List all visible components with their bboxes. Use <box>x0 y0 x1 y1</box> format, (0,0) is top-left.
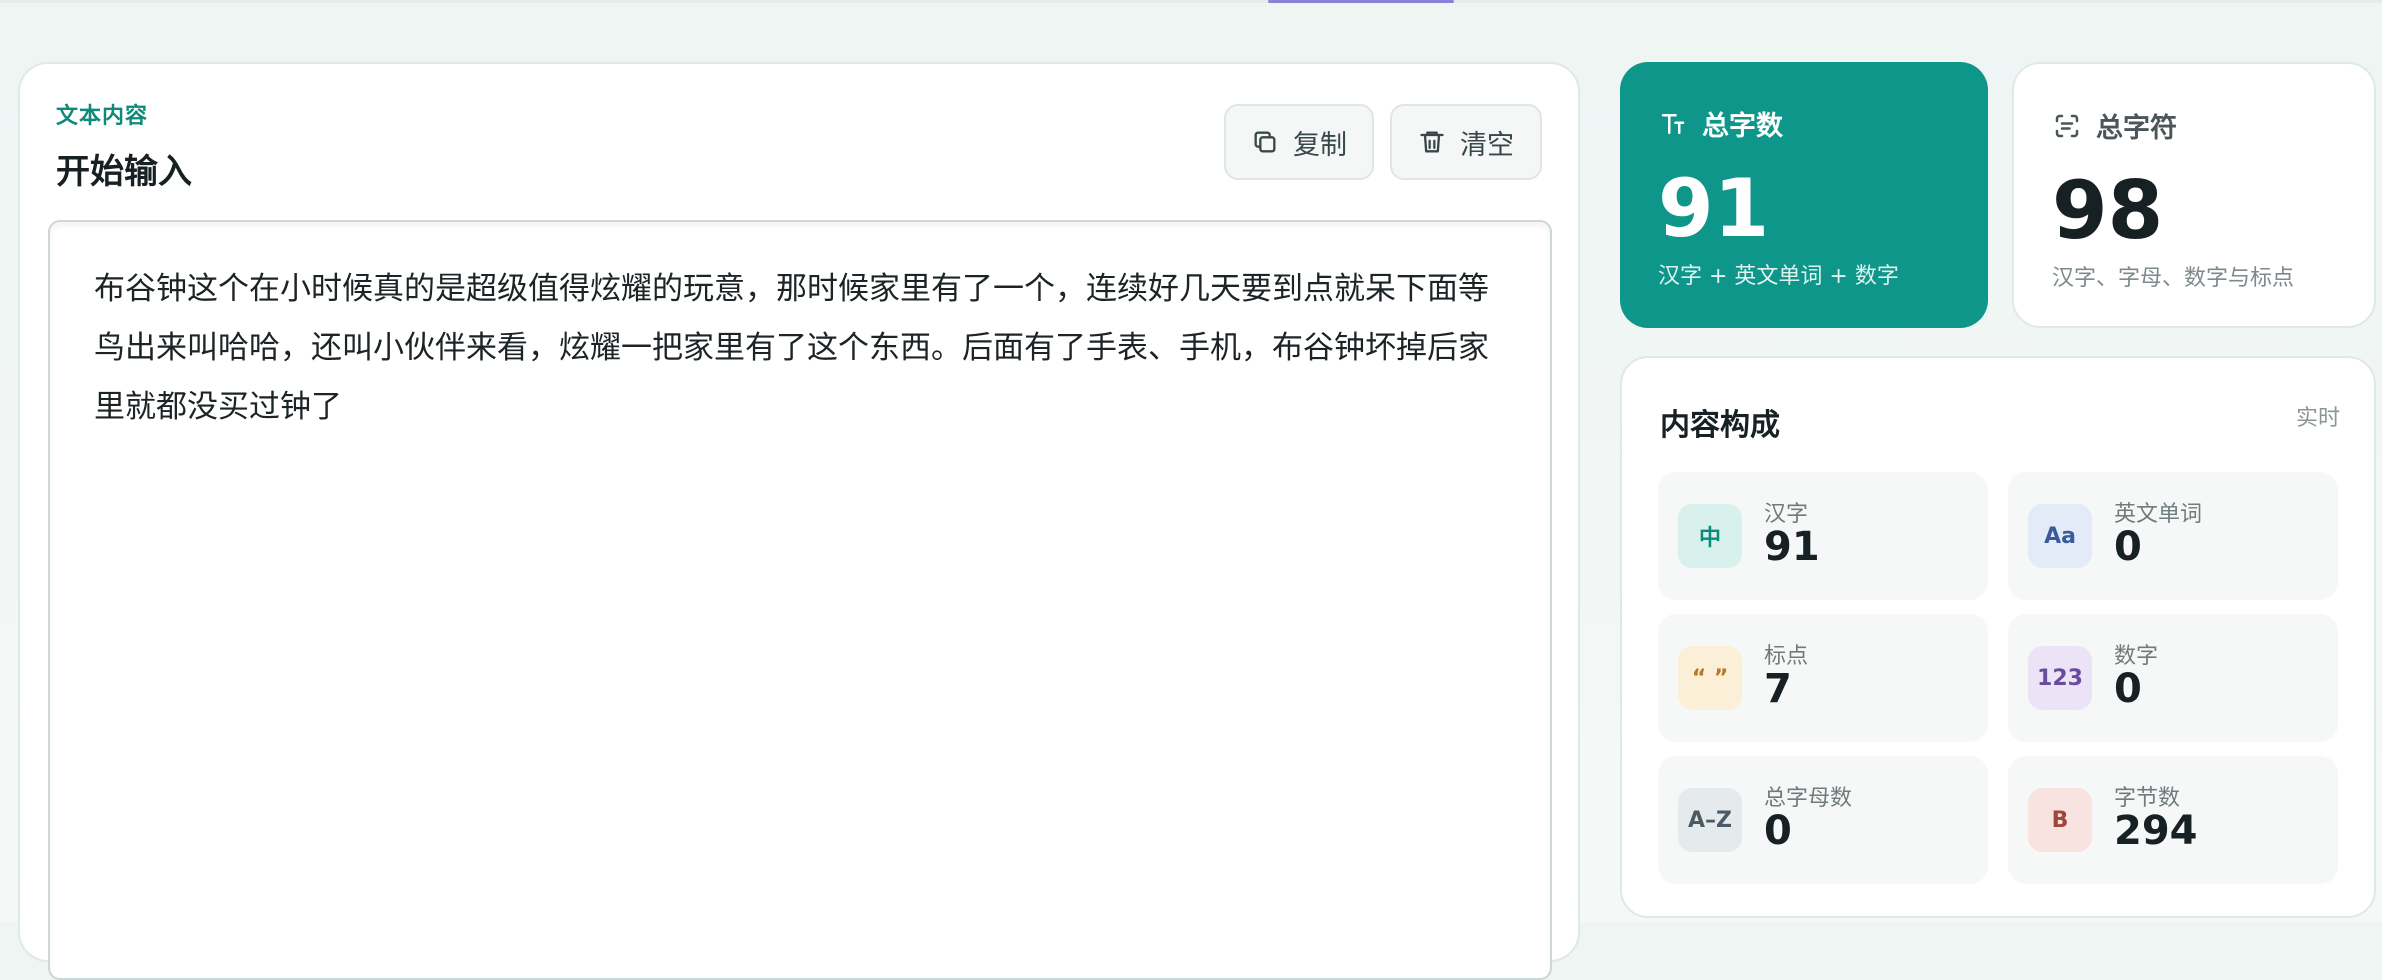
scan-text-icon <box>2055 114 2079 137</box>
top-accent-bar <box>1268 0 1454 3</box>
editor-title: 开始输入 <box>56 152 192 192</box>
text-editor-card: 文本内容 开始输入 复制 清空 布谷钟这个在小时候真的是超级值得炫耀的玩意，那时… <box>18 62 1580 980</box>
stat-tile-english-words: Aa 英文单词 0 <box>2008 472 2338 600</box>
live-indicator: 实时 <box>2295 406 2340 431</box>
copy-button-label: 复制 <box>1293 129 1347 160</box>
total-symbols-desc: 汉字、字母、数字与标点 <box>2052 266 2295 291</box>
text-size-icon <box>1661 113 1685 134</box>
stat-tile-bytes: B 字节数 294 <box>2008 756 2338 884</box>
total-symbols-header: 总字符 <box>2052 106 2177 145</box>
stat-tile-letters: A–Z 总字母数 0 <box>1658 756 1988 884</box>
stat-tile-value: 0 <box>2114 666 2142 712</box>
total-symbols-value: 98 <box>2052 164 2164 257</box>
clear-button-label: 清空 <box>1460 129 1514 160</box>
trash-icon <box>1420 131 1444 153</box>
total-chars-card: 总字数 91 汉字 + 英文单词 + 数字 <box>1620 62 1988 328</box>
copy-icon <box>1254 131 1276 153</box>
total-symbols-card: 总字符 98 汉字、字母、数字与标点 <box>2012 62 2376 328</box>
total-symbols-label: 总字符 <box>2096 113 2177 144</box>
composition-title: 内容构成 <box>1660 408 1780 443</box>
total-chars-desc: 汉字 + 英文单词 + 数字 <box>1658 264 1899 289</box>
editor-eyebrow: 文本内容 <box>56 104 149 129</box>
stat-tile-punctuation: “ ” 标点 7 <box>1658 614 1988 742</box>
stat-tile-value: 7 <box>1764 666 1792 712</box>
stat-tile-value: 0 <box>2114 524 2142 570</box>
clear-button[interactable]: 清空 <box>1390 104 1542 180</box>
stat-tile-value: 91 <box>1764 524 1820 570</box>
number-icon: 123 <box>2028 646 2092 710</box>
top-progress-line <box>0 0 2382 3</box>
quote-icon: “ ” <box>1678 646 1742 710</box>
alphabet-icon: A–Z <box>1678 788 1742 852</box>
stat-tile-hanzi: 中 汉字 91 <box>1658 472 1988 600</box>
byte-icon: B <box>2028 788 2092 852</box>
total-chars-label: 总字数 <box>1702 111 1783 142</box>
letter-case-icon: Aa <box>2028 504 2092 568</box>
text-input-area[interactable]: 布谷钟这个在小时候真的是超级值得炫耀的玩意，那时候家里有了一个，连续好几天要到点… <box>48 220 1552 980</box>
total-chars-header: 总字数 <box>1658 104 1783 143</box>
total-chars-value: 91 <box>1658 162 1770 255</box>
stat-tile-value: 0 <box>1764 808 1792 854</box>
copy-button[interactable]: 复制 <box>1224 104 1374 180</box>
composition-card: 内容构成 实时 中 汉字 91 Aa 英文单词 0 “ ” 标点 7 123 数… <box>1620 356 2376 918</box>
stat-tile-value: 294 <box>2114 808 2198 854</box>
text-input-content[interactable]: 布谷钟这个在小时候真的是超级值得炫耀的玩意，那时候家里有了一个，连续好几天要到点… <box>94 260 1514 437</box>
hanzi-icon: 中 <box>1678 504 1742 568</box>
stat-tile-digits: 123 数字 0 <box>2008 614 2338 742</box>
